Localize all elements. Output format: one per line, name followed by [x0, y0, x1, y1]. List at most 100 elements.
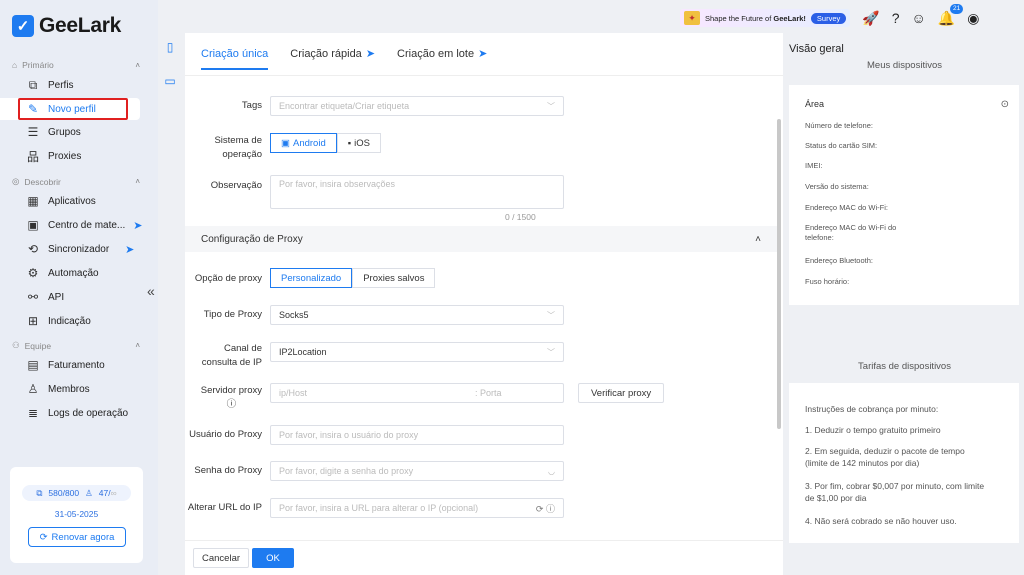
- sidebar-item-label: Automação: [48, 267, 99, 279]
- device-rail: ▯ ▭: [163, 40, 181, 108]
- premium-bird-icon: ➤: [133, 219, 143, 232]
- sidebar-item-api[interactable]: ⚯ API: [26, 287, 64, 307]
- info-sim-status: Status do cartão SIM:: [805, 141, 878, 150]
- android-icon: ▣: [281, 137, 290, 149]
- proxy-section-header[interactable]: Configuração de Proxy ˄: [185, 226, 777, 252]
- ip-channel-label: Canal de consulta de IP: [201, 343, 262, 368]
- section-descobrir[interactable]: ◎ Descobrir ˄: [12, 176, 140, 187]
- tags-select[interactable]: Encontrar etiqueta/Criar etiqueta ﹀: [270, 96, 564, 116]
- sidebar-item-label: Centro de mate...: [48, 219, 126, 231]
- proxy-type-select[interactable]: Socks5 ﹀: [270, 305, 564, 325]
- premium-bird-icon: ➤: [365, 48, 376, 60]
- logo[interactable]: ✓ GeeLark: [12, 14, 121, 38]
- account-icon[interactable]: ◉: [967, 10, 979, 27]
- edit-icon: ✎: [27, 102, 39, 116]
- create-profile-panel: Criação única Criação rápida ➤ Criação e…: [185, 33, 783, 575]
- tab-criacao-em-lote[interactable]: Criação em lote ➤: [397, 47, 487, 61]
- ok-label: OK: [266, 552, 280, 564]
- location-pin-icon[interactable]: ⊙: [1001, 99, 1009, 110]
- tab-label: Criação rápida: [290, 47, 362, 60]
- sidebar-item-sincronizador[interactable]: ⟲ Sincronizador ➤: [26, 239, 134, 259]
- gift-icon: ✦: [684, 11, 700, 25]
- tariff-title: Tarifas de dispositivos: [858, 361, 951, 372]
- proxy-pass-input[interactable]: Por favor, digite a senha do proxy ◡: [270, 461, 564, 481]
- verify-proxy-button[interactable]: Verificar proxy: [578, 383, 665, 403]
- proxy-server-label: Servidor proxy: [200, 385, 262, 396]
- apple-icon: ▪: [347, 137, 352, 149]
- chevron-up-icon: ˄: [135, 60, 140, 70]
- section-equipe[interactable]: ⚇ Equipe ˄: [12, 340, 140, 351]
- survey-button[interactable]: Survey: [810, 12, 847, 24]
- refresh-icon[interactable]: ⟳: [536, 504, 544, 514]
- sidebar-item-logs[interactable]: ≣ Logs de operação: [26, 403, 128, 423]
- tab-label: Criação única: [201, 47, 269, 60]
- proxy-section-title: Configuração de Proxy: [201, 233, 303, 245]
- network-icon: 品: [26, 149, 39, 164]
- bell-icon[interactable]: 🔔 21: [938, 3, 964, 27]
- tariff-card: Instruções de cobrança por minuto: 1. De…: [789, 383, 1019, 543]
- chevron-up-icon: ˄: [755, 233, 761, 245]
- proxy-user-input[interactable]: Por favor, insira o usuário do proxy: [270, 425, 564, 445]
- sidebar-item-novo-perfil[interactable]: ✎ Novo perfil: [26, 99, 96, 119]
- ok-button[interactable]: OK: [252, 548, 294, 568]
- note-textarea[interactable]: Por favor, insira observações: [270, 175, 564, 209]
- sidebar-item-centro-materiais[interactable]: ▣ Centro de mate... ➤: [26, 215, 142, 235]
- profiles-count: 580/800: [48, 488, 80, 498]
- sidebar-item-perfis[interactable]: ⧉ Perfis: [26, 75, 74, 95]
- sidebar-item-label: Aplicativos: [48, 195, 96, 207]
- support-icon[interactable]: ☺: [912, 10, 926, 26]
- port-placeholder: Porta: [480, 388, 502, 398]
- proxy-server-input[interactable]: ip/Host : Porta: [270, 383, 564, 403]
- sidebar-item-indicacao[interactable]: ⊞ Indicação: [26, 311, 91, 331]
- cancel-label: Cancelar: [202, 552, 241, 564]
- sidebar-item-grupos[interactable]: ☰ Grupos: [26, 122, 81, 142]
- billing-icon: ▤: [27, 358, 39, 372]
- chevron-down-icon: ﹀: [547, 310, 555, 320]
- apps-icon: ▦: [27, 194, 39, 208]
- proxy-option-label: Personalizado: [281, 272, 342, 284]
- tab-divider: [185, 75, 783, 76]
- phone-icon[interactable]: ▯: [163, 40, 177, 54]
- help-circle-icon[interactable]: ⓘ: [201, 398, 262, 412]
- tariff-line: 1. Deduzir o tempo gratuito primeiro: [805, 425, 941, 435]
- proxy-option-salvos[interactable]: Proxies salvos: [352, 268, 436, 288]
- ip-channel-select[interactable]: IP2Location ﹀: [270, 342, 564, 362]
- info-phone: Número de telefone:: [805, 121, 873, 130]
- sidebar-item-aplicativos[interactable]: ▦ Aplicativos: [26, 191, 96, 211]
- proxy-pass-label: Senha do Proxy: [194, 465, 262, 476]
- desktop-icon[interactable]: ▭: [163, 74, 177, 88]
- tab-criacao-unica[interactable]: Criação única: [201, 47, 269, 70]
- overview-panel: Visão geral Meus dispositivos Área ⊙ Núm…: [785, 33, 1024, 575]
- survey-banner[interactable]: ✦ Shape the Future of GeeLark! Survey: [680, 9, 851, 27]
- device-info-card: Área ⊙ Número de telefone: Status do car…: [789, 85, 1019, 305]
- note-char-counter: 0 / 1500: [505, 212, 536, 222]
- host-placeholder: ip/Host: [279, 388, 308, 398]
- sidebar: ✓ GeeLark ⌂ Primário ˄ ⧉ Perfis ✎ Novo p…: [0, 0, 158, 575]
- sidebar-item-membros[interactable]: ♙ Membros: [26, 379, 90, 399]
- tab-criacao-rapida[interactable]: Criação rápida ➤: [290, 47, 376, 61]
- proxy-option-personalizado[interactable]: Personalizado: [270, 268, 353, 288]
- section-label: Equipe: [24, 340, 52, 351]
- change-ip-url-placeholder: Por favor, insira a URL para alterar o I…: [279, 503, 479, 513]
- info-icon[interactable]: ⓘ: [546, 504, 555, 514]
- os-option-android[interactable]: ▣ Android: [270, 133, 337, 153]
- os-option-label: Android: [292, 137, 326, 149]
- form-scrollbar[interactable]: [777, 119, 781, 429]
- change-ip-url-label: Alterar URL do IP: [187, 502, 262, 513]
- os-option-ios[interactable]: ▪ iOS: [336, 133, 381, 153]
- eye-closed-icon[interactable]: ◡: [548, 467, 555, 476]
- sidebar-item-proxies[interactable]: 品 Proxies: [26, 146, 81, 166]
- renew-button[interactable]: ⟳ Renovar agora: [28, 527, 126, 547]
- help-icon[interactable]: ?: [892, 10, 900, 26]
- collapse-sidebar-icon[interactable]: «: [147, 283, 155, 299]
- rocket-icon[interactable]: 🚀: [862, 10, 879, 27]
- profiles-icon: ⧉: [28, 77, 38, 92]
- sidebar-item-label: Membros: [48, 383, 90, 395]
- sidebar-item-automacao[interactable]: ⚙ Automação: [26, 263, 99, 283]
- cancel-button[interactable]: Cancelar: [193, 548, 250, 568]
- tariff-line: 2. Em seguida, deduzir o pacote de tempo…: [805, 446, 965, 468]
- change-ip-url-input[interactable]: Por favor, insira a URL para alterar o I…: [270, 498, 564, 518]
- section-primario[interactable]: ⌂ Primário ˄: [12, 60, 140, 70]
- sidebar-item-faturamento[interactable]: ▤ Faturamento: [26, 355, 104, 375]
- sidebar-item-label: Grupos: [48, 126, 81, 138]
